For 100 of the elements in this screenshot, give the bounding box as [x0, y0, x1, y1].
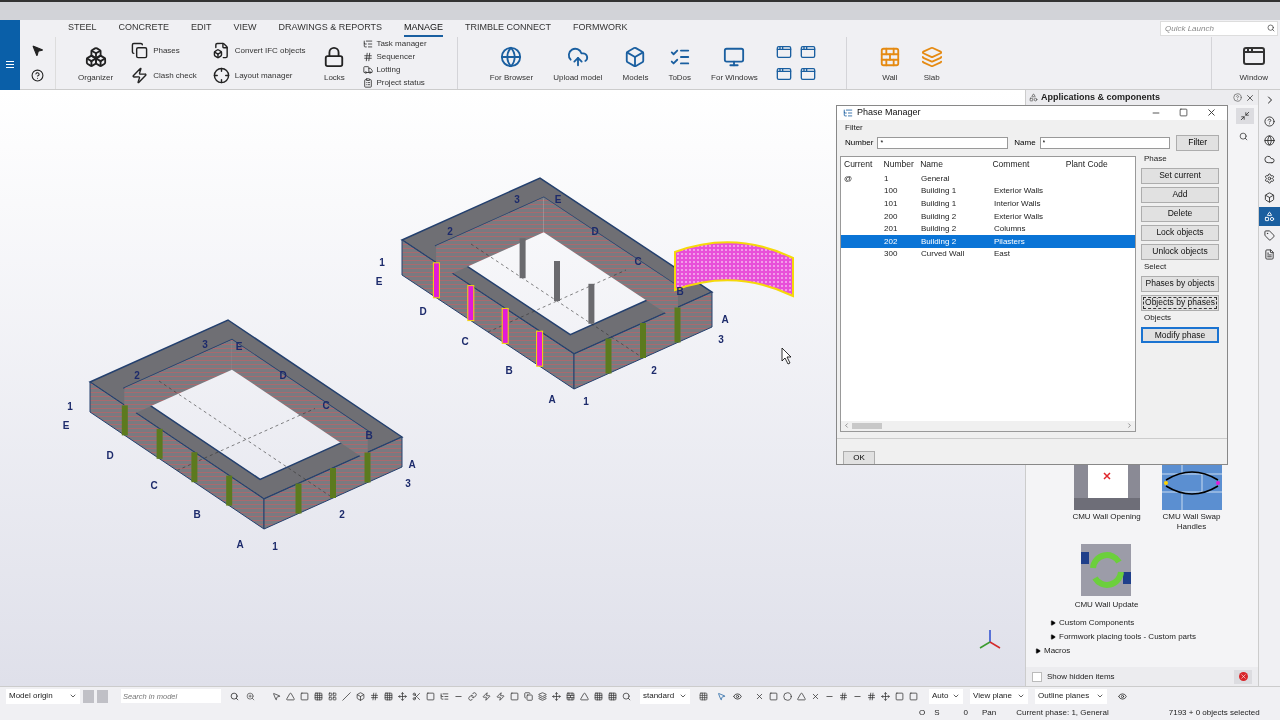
component-label[interactable]: CMU Wall Swap Handles	[1151, 512, 1232, 532]
phase-row[interactable]: 201 Building 2 Columns	[841, 222, 1135, 236]
dialog-button[interactable]: Set current	[1141, 167, 1219, 184]
ribbon-button[interactable]: Sequencer	[363, 50, 427, 63]
ribbon-button[interactable]: Lotting	[363, 63, 427, 76]
snap-tool-icon[interactable]	[566, 691, 575, 701]
snap-tool-icon[interactable]	[594, 691, 603, 701]
search-icon[interactable]	[230, 691, 239, 701]
dropdown[interactable]: View plane	[970, 688, 1028, 704]
dropdown[interactable]: Outline planes	[1035, 688, 1107, 704]
dropdown[interactable]: standard	[640, 688, 690, 704]
window-button[interactable]: Window	[1227, 37, 1280, 89]
snap-tool-icon[interactable]	[482, 691, 491, 701]
ribbon-tab[interactable]: FORMWORK	[573, 20, 628, 37]
snap-tool-icon[interactable]	[468, 691, 477, 701]
ribbon-button[interactable]: Slab	[918, 37, 945, 89]
connect-window-icon[interactable]	[775, 44, 792, 60]
select-pointer-icon[interactable]	[31, 44, 44, 57]
tree-item[interactable]: Formwork placing tools - Custom parts	[1026, 630, 1258, 644]
ribbon-button[interactable]: Locks	[321, 37, 348, 89]
ribbon-tab[interactable]: STEEL	[68, 20, 97, 37]
help-icon[interactable]	[31, 69, 44, 82]
snap-tool-icon[interactable]	[608, 691, 617, 701]
phase-row[interactable]: 300 Curved Wall East	[841, 248, 1135, 261]
snap-tool-icon[interactable]	[440, 691, 449, 701]
eye-icon[interactable]	[733, 691, 742, 701]
ribbon-button[interactable]: Layout manager	[212, 67, 306, 84]
dialog-button[interactable]: Delete	[1141, 205, 1219, 222]
ribbon-button[interactable]: Convert IFC objects	[212, 42, 306, 59]
ribbon-button[interactable]: Task manager	[363, 37, 427, 50]
snap-tool-icon[interactable]	[328, 691, 337, 701]
snap-tool-icon[interactable]	[356, 691, 365, 701]
ribbon-button[interactable]: Models	[620, 37, 651, 89]
component-label[interactable]: CMU Wall Update	[1066, 600, 1147, 610]
snap-tool-icon[interactable]	[398, 691, 407, 701]
column-header[interactable]: Comment	[992, 158, 1066, 171]
pointer-tool-icon[interactable]	[717, 691, 726, 701]
phase-row[interactable]: @ 1 General	[841, 172, 1135, 186]
ribbon-tab[interactable]: MANAGE	[404, 20, 444, 37]
phase-row[interactable]: 200 Building 2 Exterior Walls	[841, 210, 1135, 223]
maximize-icon[interactable]	[1179, 108, 1188, 118]
snap-tool-icon[interactable]	[552, 691, 561, 701]
select-tool-icon[interactable]	[755, 691, 764, 701]
connect-window-icon[interactable]	[775, 66, 792, 82]
ribbon-tab[interactable]: VIEW	[233, 20, 257, 37]
snap-tool-icon[interactable]	[342, 691, 351, 701]
ribbon-button[interactable]: Clash check	[131, 67, 197, 84]
select-tool-icon[interactable]	[867, 691, 876, 701]
column-header[interactable]: Plant Code	[1065, 158, 1135, 171]
select-tool-icon[interactable]	[811, 691, 820, 701]
snap-tool-icon[interactable]	[412, 691, 421, 701]
eye-icon[interactable]	[1118, 691, 1127, 701]
phase-row[interactable]: 101 Building 1 Interior Walls	[841, 197, 1135, 211]
phase-row[interactable]: 100 Building 1 Exterior Walls	[841, 185, 1135, 198]
dialog-button[interactable]: Lock objects	[1141, 224, 1219, 241]
snap-tool-icon[interactable]	[538, 691, 547, 701]
snap-tool-icon[interactable]	[580, 691, 589, 701]
filter-tool-icon[interactable]	[699, 691, 708, 701]
select-tool-icon[interactable]	[881, 691, 890, 701]
component-label[interactable]: CMU Wall Opening	[1066, 512, 1147, 522]
phase-row[interactable]: 202 Building 2 Pilasters	[841, 235, 1135, 249]
snap-tool-icon[interactable]	[426, 691, 435, 701]
ribbon-button[interactable]: ToDos	[666, 37, 694, 89]
side-tab[interactable]	[1258, 207, 1280, 226]
tree-item[interactable]: Custom Components	[1026, 616, 1258, 630]
ribbon-tab[interactable]: EDIT	[191, 20, 212, 37]
dialog-button[interactable]: Unlock objects	[1141, 243, 1219, 260]
ribbon-button[interactable]: Project status	[363, 76, 427, 89]
ribbon-tab[interactable]: CONCRETE	[118, 20, 170, 37]
column-header[interactable]: Name	[920, 158, 993, 171]
dialog-button[interactable]: Objects by phases	[1141, 294, 1219, 311]
dialog-button[interactable]: Modify phase	[1141, 326, 1219, 343]
ok-button[interactable]: OK	[843, 450, 875, 464]
dropdown[interactable]: Auto	[929, 688, 963, 704]
scroll-thumb[interactable]	[852, 422, 882, 429]
snap-tool-icon[interactable]	[384, 691, 393, 701]
checkbox[interactable]	[1032, 671, 1042, 682]
search-icon[interactable]	[1239, 132, 1248, 141]
connect-window-icon[interactable]	[799, 44, 816, 60]
snap-tool-icon[interactable]	[622, 691, 631, 701]
clear-button[interactable]	[1234, 669, 1252, 684]
select-tool-icon[interactable]	[839, 691, 848, 701]
snap-tool-icon[interactable]	[510, 691, 519, 701]
horizontal-scrollbar[interactable]	[841, 420, 1135, 431]
ribbon-button[interactable]: Wall	[876, 37, 903, 89]
zoom-icon[interactable]	[246, 691, 255, 701]
snap-tool-icon[interactable]	[370, 691, 379, 701]
quick-launch-field[interactable]: Quick Launch	[1160, 21, 1278, 36]
close-icon[interactable]	[1245, 92, 1255, 103]
dialog-button[interactable]: Add	[1141, 186, 1219, 203]
column-header[interactable]: Number	[883, 158, 921, 171]
snap-tool-icon[interactable]	[496, 691, 505, 701]
tree-item[interactable]: Macros	[1026, 644, 1258, 658]
ribbon-button[interactable]: Organizer	[76, 37, 116, 89]
ribbon-button[interactable]: Phases	[131, 42, 197, 59]
column-header[interactable]: Current	[844, 158, 884, 171]
dropdown[interactable]: Model origin	[6, 688, 80, 704]
snap-tool-icon[interactable]	[314, 691, 323, 701]
ribbon-button[interactable]: For Browser	[487, 37, 536, 89]
dialog-button[interactable]: Phases by objects	[1141, 275, 1219, 292]
